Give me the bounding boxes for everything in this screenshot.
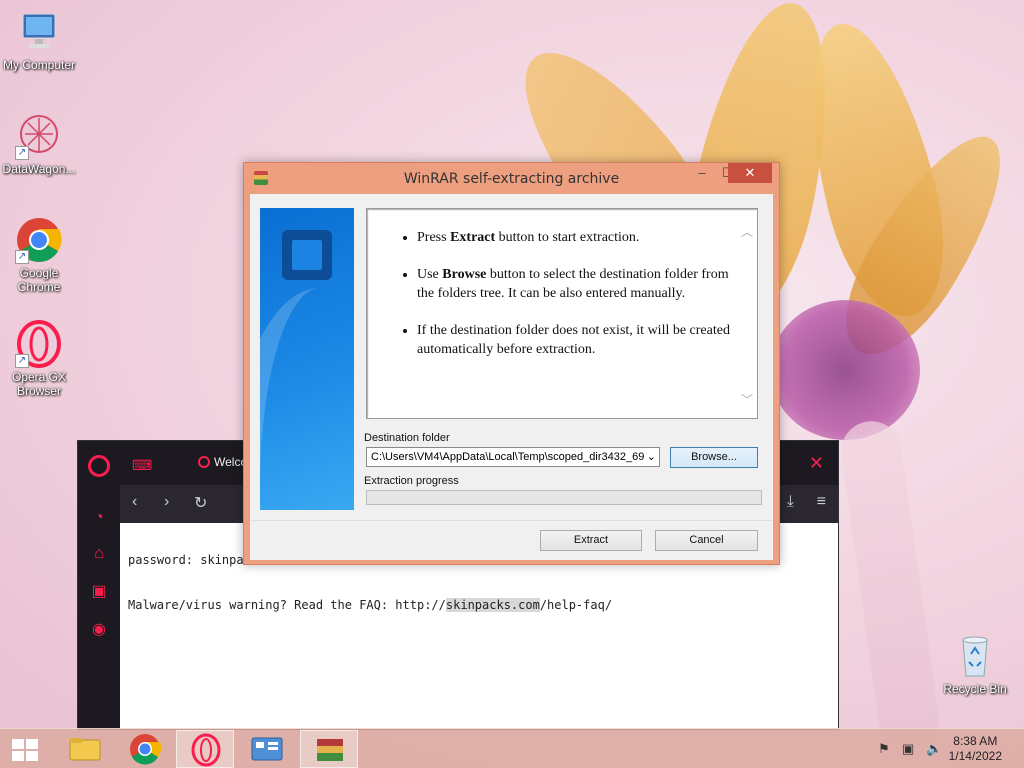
desktop-icon-my-computer[interactable]: My Computer [0,8,78,72]
dialog-body: Press Extract button to start extraction… [250,194,773,560]
start-button[interactable] [0,730,50,768]
minimize-button[interactable]: – [688,163,716,183]
decorative-curve [260,288,354,510]
forward-icon[interactable]: › [164,493,169,511]
opera-gx-icon [191,733,221,767]
browser-sidebar: ◔ ⌂ ▣ ◉ [78,491,120,729]
taskbar-opera-gx[interactable] [176,730,234,768]
desktop-icon-label: My Computer [2,58,76,72]
gamepad-icon[interactable]: ⌨ [132,457,152,474]
progress-label: Extraction progress [364,475,459,487]
settings-icon[interactable]: ≡ [817,493,826,511]
taskbar-control-panel[interactable] [238,730,296,768]
speed-dial-icon[interactable]: ◔ [78,509,120,527]
clock[interactable]: 8:38 AM 1/14/2022 [949,734,1002,764]
instruction-item: Press Extract button to start extraction… [417,228,735,247]
close-button[interactable]: ✕ [728,163,772,183]
wallpaper-flower-center [770,300,920,440]
chrome-icon: ↗ [15,216,63,264]
desktop-icon-label: DataWagon... [2,162,76,176]
destination-label: Destination folder [364,432,450,444]
computer-icon [15,8,63,56]
extract-button[interactable]: Extract [540,530,642,551]
messenger-icon[interactable]: ◉ [78,619,120,639]
link-highlight[interactable]: skinpacks.com [445,598,540,612]
desktop-icon-recycle-bin[interactable]: Recycle Bin [936,632,1014,696]
taskbar: ⚑ ▣ 🔈 8:38 AM 1/14/2022 [0,728,1024,768]
opera-logo-icon[interactable] [88,455,110,477]
action-center-flag-icon[interactable]: ⚑ [878,741,890,757]
winrar-sfx-dialog: WinRAR self-extracting archive – ☐ ✕ Pre… [243,162,780,565]
store-icon[interactable]: ⌂ [78,545,120,563]
desktop-icon-opera-gx[interactable]: ↗ Opera GX Browser [0,320,78,398]
clock-date: 1/14/2022 [948,749,1002,763]
destination-path: C:\Users\VM4\AppData\Local\Temp\scoped_d… [371,451,645,463]
extraction-progress-bar [366,490,762,505]
instruction-item: Use Browse button to select the destinat… [417,265,735,303]
winrar-icon [317,739,343,761]
taskbar-winrar[interactable] [300,730,358,768]
datawagon-icon: ↗ [15,112,63,160]
windows-logo-icon [12,739,38,761]
taskbar-chrome[interactable] [116,730,174,768]
download-icon[interactable]: ⤓ [787,493,794,511]
warning-text: Malware/virus warning? Read the FAQ: htt… [128,598,446,612]
instruction-item: If the destination folder does not exist… [417,321,735,359]
malware-warning-line: Malware/virus warning? Read the FAQ: htt… [128,598,830,612]
opera-tab-icon [198,456,210,468]
destination-folder-combobox[interactable]: C:\Users\VM4\AppData\Local\Temp\scoped_d… [366,447,660,467]
control-panel-icon [251,737,283,761]
instructions-box: Press Extract button to start extraction… [366,208,758,419]
browse-button[interactable]: Browse... [670,447,758,468]
wallpaper-stem [837,417,943,753]
back-icon[interactable]: ‹ [132,493,137,511]
folder-icon [69,738,101,761]
desktop-icon-label: Google Chrome [17,266,61,294]
square-logo-icon [282,230,332,280]
desktop-icon-google-chrome[interactable]: ↗ Google Chrome [0,216,78,294]
volume-muted-icon[interactable]: 🔈 [926,741,942,757]
dialog-titlebar[interactable]: WinRAR self-extracting archive – ☐ ✕ [244,163,779,194]
scroll-down-icon[interactable]: ﹀ [741,391,753,408]
link-tail[interactable]: /help-faq/ [540,598,612,612]
opera-gx-icon: ↗ [15,320,63,368]
desktop-icon-label: Opera GX Browser [11,370,67,398]
twitch-icon[interactable]: ▣ [78,581,120,601]
taskbar-file-explorer[interactable] [56,730,114,768]
system-tray: ⚑ ▣ 🔈 8:38 AM 1/14/2022 [864,729,1024,768]
clock-time: 8:38 AM [953,734,998,748]
desktop-icon-datawagon[interactable]: ↗ DataWagon... [0,112,78,176]
shortcut-arrow-icon: ↗ [15,146,29,160]
network-icon[interactable]: ▣ [902,741,914,757]
shortcut-arrow-icon: ↗ [15,354,29,368]
cancel-button[interactable]: Cancel [655,530,758,551]
chrome-icon [130,734,162,765]
sfx-logo-panel [260,208,354,510]
shortcut-arrow-icon: ↗ [15,250,29,264]
close-icon[interactable]: ✕ [809,453,824,474]
scroll-up-icon[interactable]: ︿ [741,223,753,240]
chevron-down-icon[interactable]: ⌄ [647,450,656,463]
recycle-bin-icon [951,632,999,680]
desktop-icon-label: Recycle Bin [943,682,1007,696]
reload-icon[interactable]: ↻ [194,493,207,513]
